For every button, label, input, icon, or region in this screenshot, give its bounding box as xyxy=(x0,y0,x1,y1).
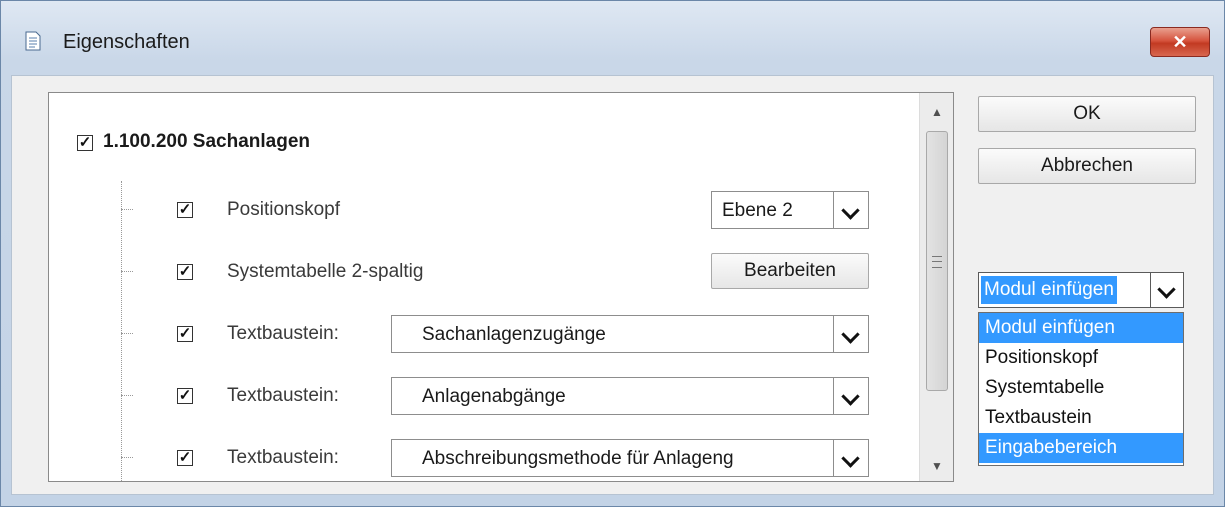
dropdown-option[interactable]: Modul einfügen xyxy=(979,313,1183,343)
module-insert-select[interactable]: Modul einfügen xyxy=(978,272,1184,308)
chevron-down-icon[interactable] xyxy=(833,378,868,414)
properties-dialog: Eigenschaften ✕ ✓ 1.100.200 Sachanlagen … xyxy=(0,0,1225,507)
root-label: 1.100.200 Sachanlagen xyxy=(103,131,311,152)
dropdown-option[interactable]: Eingabebereich xyxy=(979,433,1183,463)
document-icon xyxy=(25,31,41,51)
row-label: Textbaustein: xyxy=(227,447,339,468)
chevron-down-icon[interactable] xyxy=(833,192,868,228)
tree-panel: ✓ 1.100.200 Sachanlagen ✓ Positionskopf … xyxy=(48,92,954,482)
level-select[interactable]: Ebene 2 xyxy=(711,191,869,229)
vertical-scrollbar[interactable]: ▲ ▼ xyxy=(919,93,953,481)
grip-icon xyxy=(932,256,942,268)
dropdown-option[interactable]: Systemtabelle xyxy=(979,373,1183,403)
scroll-down-arrow-icon[interactable]: ▼ xyxy=(920,451,953,481)
textblock-select-value: Sachanlagenzugänge xyxy=(422,324,606,345)
row-checkbox[interactable]: ✓ xyxy=(177,202,193,218)
scroll-up-arrow-icon[interactable]: ▲ xyxy=(920,97,953,127)
scroll-thumb[interactable] xyxy=(926,131,948,391)
module-dropdown-list: Modul einfügen Positionskopf Systemtabel… xyxy=(978,312,1184,466)
tree-row: ✓ Positionskopf Ebene 2 xyxy=(49,191,919,231)
dropdown-option[interactable]: Textbaustein xyxy=(979,403,1183,433)
textblock-select[interactable]: Sachanlagenzugänge xyxy=(391,315,869,353)
textblock-select[interactable]: Anlagenabgänge xyxy=(391,377,869,415)
dialog-body: ✓ 1.100.200 Sachanlagen ✓ Positionskopf … xyxy=(11,75,1214,495)
row-checkbox[interactable]: ✓ xyxy=(177,326,193,342)
dropdown-option[interactable]: Positionskopf xyxy=(979,343,1183,373)
row-label: Positionskopf xyxy=(227,199,341,220)
chevron-down-icon[interactable] xyxy=(833,440,868,476)
close-button[interactable]: ✕ xyxy=(1150,27,1210,57)
title-bar: Eigenschaften ✕ xyxy=(1,1,1224,75)
row-label: Systemtabelle 2-spaltig xyxy=(227,261,424,282)
root-checkbox[interactable]: ✓ xyxy=(77,135,93,151)
module-select-value: Modul einfügen xyxy=(981,276,1117,304)
textblock-select-value: Anlagenabgänge xyxy=(422,386,566,407)
row-label: Textbaustein: xyxy=(227,323,339,344)
tree-row: ✓ Textbaustein: Anlagenabgänge xyxy=(49,377,919,417)
chevron-down-icon[interactable] xyxy=(833,316,868,352)
ok-button[interactable]: OK xyxy=(978,96,1196,132)
tree-row: ✓ Textbaustein: Sachanlagenzugänge xyxy=(49,315,919,355)
cancel-button[interactable]: Abbrechen xyxy=(978,148,1196,184)
chevron-down-icon[interactable] xyxy=(1150,273,1183,307)
row-label: Textbaustein: xyxy=(227,385,339,406)
textblock-select[interactable]: Abschreibungsmethode für Anlageng xyxy=(391,439,869,477)
textblock-select-value: Abschreibungsmethode für Anlageng xyxy=(422,448,734,469)
window-title: Eigenschaften xyxy=(63,31,190,53)
tree-row: ✓ Textbaustein: Abschreibungsmethode für… xyxy=(49,439,919,479)
row-checkbox[interactable]: ✓ xyxy=(177,388,193,404)
tree-row: ✓ Systemtabelle 2-spaltig Bearbeiten xyxy=(49,253,919,293)
row-checkbox[interactable]: ✓ xyxy=(177,450,193,466)
level-select-value: Ebene 2 xyxy=(722,200,793,221)
row-checkbox[interactable]: ✓ xyxy=(177,264,193,280)
edit-button[interactable]: Bearbeiten xyxy=(711,253,869,289)
